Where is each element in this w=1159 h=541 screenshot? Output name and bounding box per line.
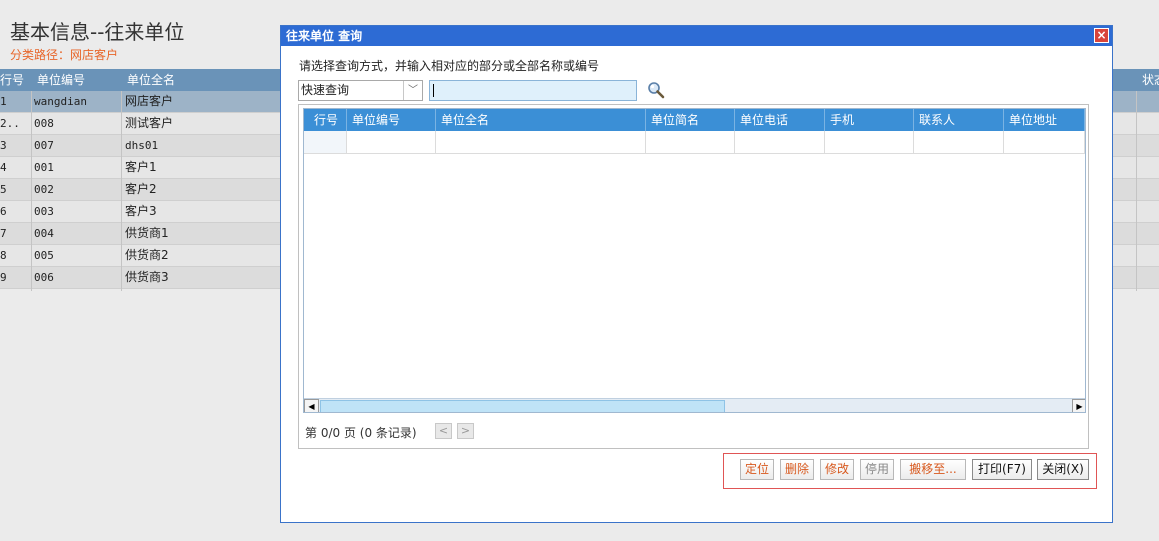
grid-header-code[interactable]: 单位编号 (352, 109, 400, 131)
grid-cell-divider (435, 131, 436, 154)
row-no: 8 (0, 249, 7, 262)
col-header-row-no[interactable]: 行号 (0, 69, 24, 91)
column-divider (1136, 91, 1137, 291)
row-code: 003 (34, 205, 54, 218)
row-name: 客户3 (125, 204, 157, 218)
dialog-title: 往来单位 查询 (286, 29, 363, 43)
grid-header-contact[interactable]: 联系人 (919, 109, 955, 131)
scrollbar-thumb[interactable] (320, 400, 725, 412)
row-name: 客户1 (125, 160, 157, 174)
grid-divider (346, 109, 347, 131)
row-code: 007 (34, 139, 54, 152)
row-code: wangdian (34, 95, 87, 108)
grid-header-full-name[interactable]: 单位全名 (441, 109, 489, 131)
page-title: 基本信息--往来单位 (10, 20, 185, 44)
result-grid: 行号 单位编号 单位全名 单位简名 单位电话 手机 联系人 单位地址 ◀ ▶ (303, 108, 1086, 413)
move-to-button[interactable]: 搬移至... (900, 459, 966, 480)
row-code: 006 (34, 271, 54, 284)
query-mode-value: 快速查询 (301, 83, 350, 97)
grid-divider (435, 109, 436, 131)
pager-info: 第 0/0 页 (0 条记录) (305, 426, 417, 440)
scroll-right-icon[interactable]: ▶ (1072, 399, 1085, 412)
search-input[interactable] (429, 80, 637, 101)
row-no: 2.. (0, 117, 20, 130)
grid-header-short-name[interactable]: 单位简名 (651, 109, 699, 131)
row-no: 1 (0, 95, 7, 108)
category-path: 分类路径：网店客户 (10, 46, 118, 63)
row-name: 客户2 (125, 182, 157, 196)
row-code: 008 (34, 117, 54, 130)
result-grid-header: 行号 单位编号 单位全名 单位简名 单位电话 手机 联系人 单位地址 (304, 109, 1085, 131)
disable-button[interactable]: 停用 (860, 459, 894, 480)
category-path-link[interactable]: 网店客户 (70, 48, 118, 62)
col-header-name[interactable]: 单位全名 (127, 69, 175, 91)
unit-query-dialog: 往来单位 查询 × 请选择查询方式，并输入相对应的部分或全部名称或编号 快速查询… (280, 25, 1113, 523)
grid-divider (645, 109, 646, 131)
col-header-code[interactable]: 单位编号 (37, 69, 85, 91)
column-divider (31, 91, 32, 291)
print-button[interactable]: 打印(F7) (972, 459, 1032, 480)
row-code: 004 (34, 227, 54, 240)
grid-cell-divider (1003, 131, 1004, 154)
row-no: 4 (0, 161, 7, 174)
grid-divider (734, 109, 735, 131)
horizontal-scrollbar[interactable]: ◀ ▶ (304, 398, 1085, 412)
query-instruction: 请选择查询方式，并输入相对应的部分或全部名称或编号 (299, 59, 600, 73)
grid-cell-divider (913, 131, 914, 154)
edit-button[interactable]: 修改 (820, 459, 854, 480)
row-no: 9 (0, 271, 7, 284)
dialog-titlebar[interactable]: 往来单位 查询 × (281, 26, 1112, 46)
column-divider (121, 91, 122, 291)
row-no: 7 (0, 227, 7, 240)
query-mode-select[interactable]: 快速查询 ﹀ (298, 80, 423, 101)
row-code: 001 (34, 161, 54, 174)
next-page-button[interactable]: > (457, 423, 474, 439)
grid-cell-divider (1084, 131, 1085, 154)
close-icon[interactable]: × (1094, 28, 1109, 43)
search-icon[interactable] (647, 81, 665, 99)
row-name: 测试客户 (125, 116, 174, 130)
delete-button[interactable]: 删除 (780, 459, 814, 480)
grid-cell-divider (645, 131, 646, 154)
row-no: 3 (0, 139, 7, 152)
row-name: 网店客户 (125, 94, 174, 108)
locate-button[interactable]: 定位 (740, 459, 774, 480)
grid-cell-divider (734, 131, 735, 154)
text-caret (433, 84, 434, 97)
row-name: dhs01 (125, 139, 159, 152)
grid-header-mobile[interactable]: 手机 (830, 109, 854, 131)
grid-header-address[interactable]: 单位地址 (1009, 109, 1057, 131)
category-path-label: 分类路径： (10, 48, 71, 62)
action-button-group: 定位 删除 修改 停用 搬移至... 打印(F7) 关闭(X) (723, 453, 1097, 489)
row-no: 6 (0, 205, 7, 218)
close-button[interactable]: 关闭(X) (1037, 459, 1089, 480)
grid-empty-row[interactable] (304, 131, 1085, 154)
row-name: 供货商1 (125, 226, 169, 240)
grid-header-phone[interactable]: 单位电话 (740, 109, 788, 131)
row-no: 5 (0, 183, 7, 196)
scroll-left-icon[interactable]: ◀ (304, 399, 319, 412)
row-name: 供货商3 (125, 270, 169, 284)
result-grid-frame: 行号 单位编号 单位全名 单位简名 单位电话 手机 联系人 单位地址 ◀ ▶ 第… (298, 104, 1089, 449)
row-code: 005 (34, 249, 54, 262)
row-code: 002 (34, 183, 54, 196)
grid-divider (1084, 109, 1085, 131)
grid-divider (1003, 109, 1004, 131)
grid-divider (824, 109, 825, 131)
grid-header-row-no[interactable]: 行号 (314, 109, 338, 131)
chevron-down-icon[interactable]: ﹀ (403, 81, 422, 100)
row-name: 供货商2 (125, 248, 169, 262)
grid-cell-divider (824, 131, 825, 154)
grid-divider (913, 109, 914, 131)
grid-cell-divider (346, 131, 347, 154)
col-header-status[interactable]: 状态 (1142, 69, 1159, 91)
prev-page-button[interactable]: < (435, 423, 452, 439)
